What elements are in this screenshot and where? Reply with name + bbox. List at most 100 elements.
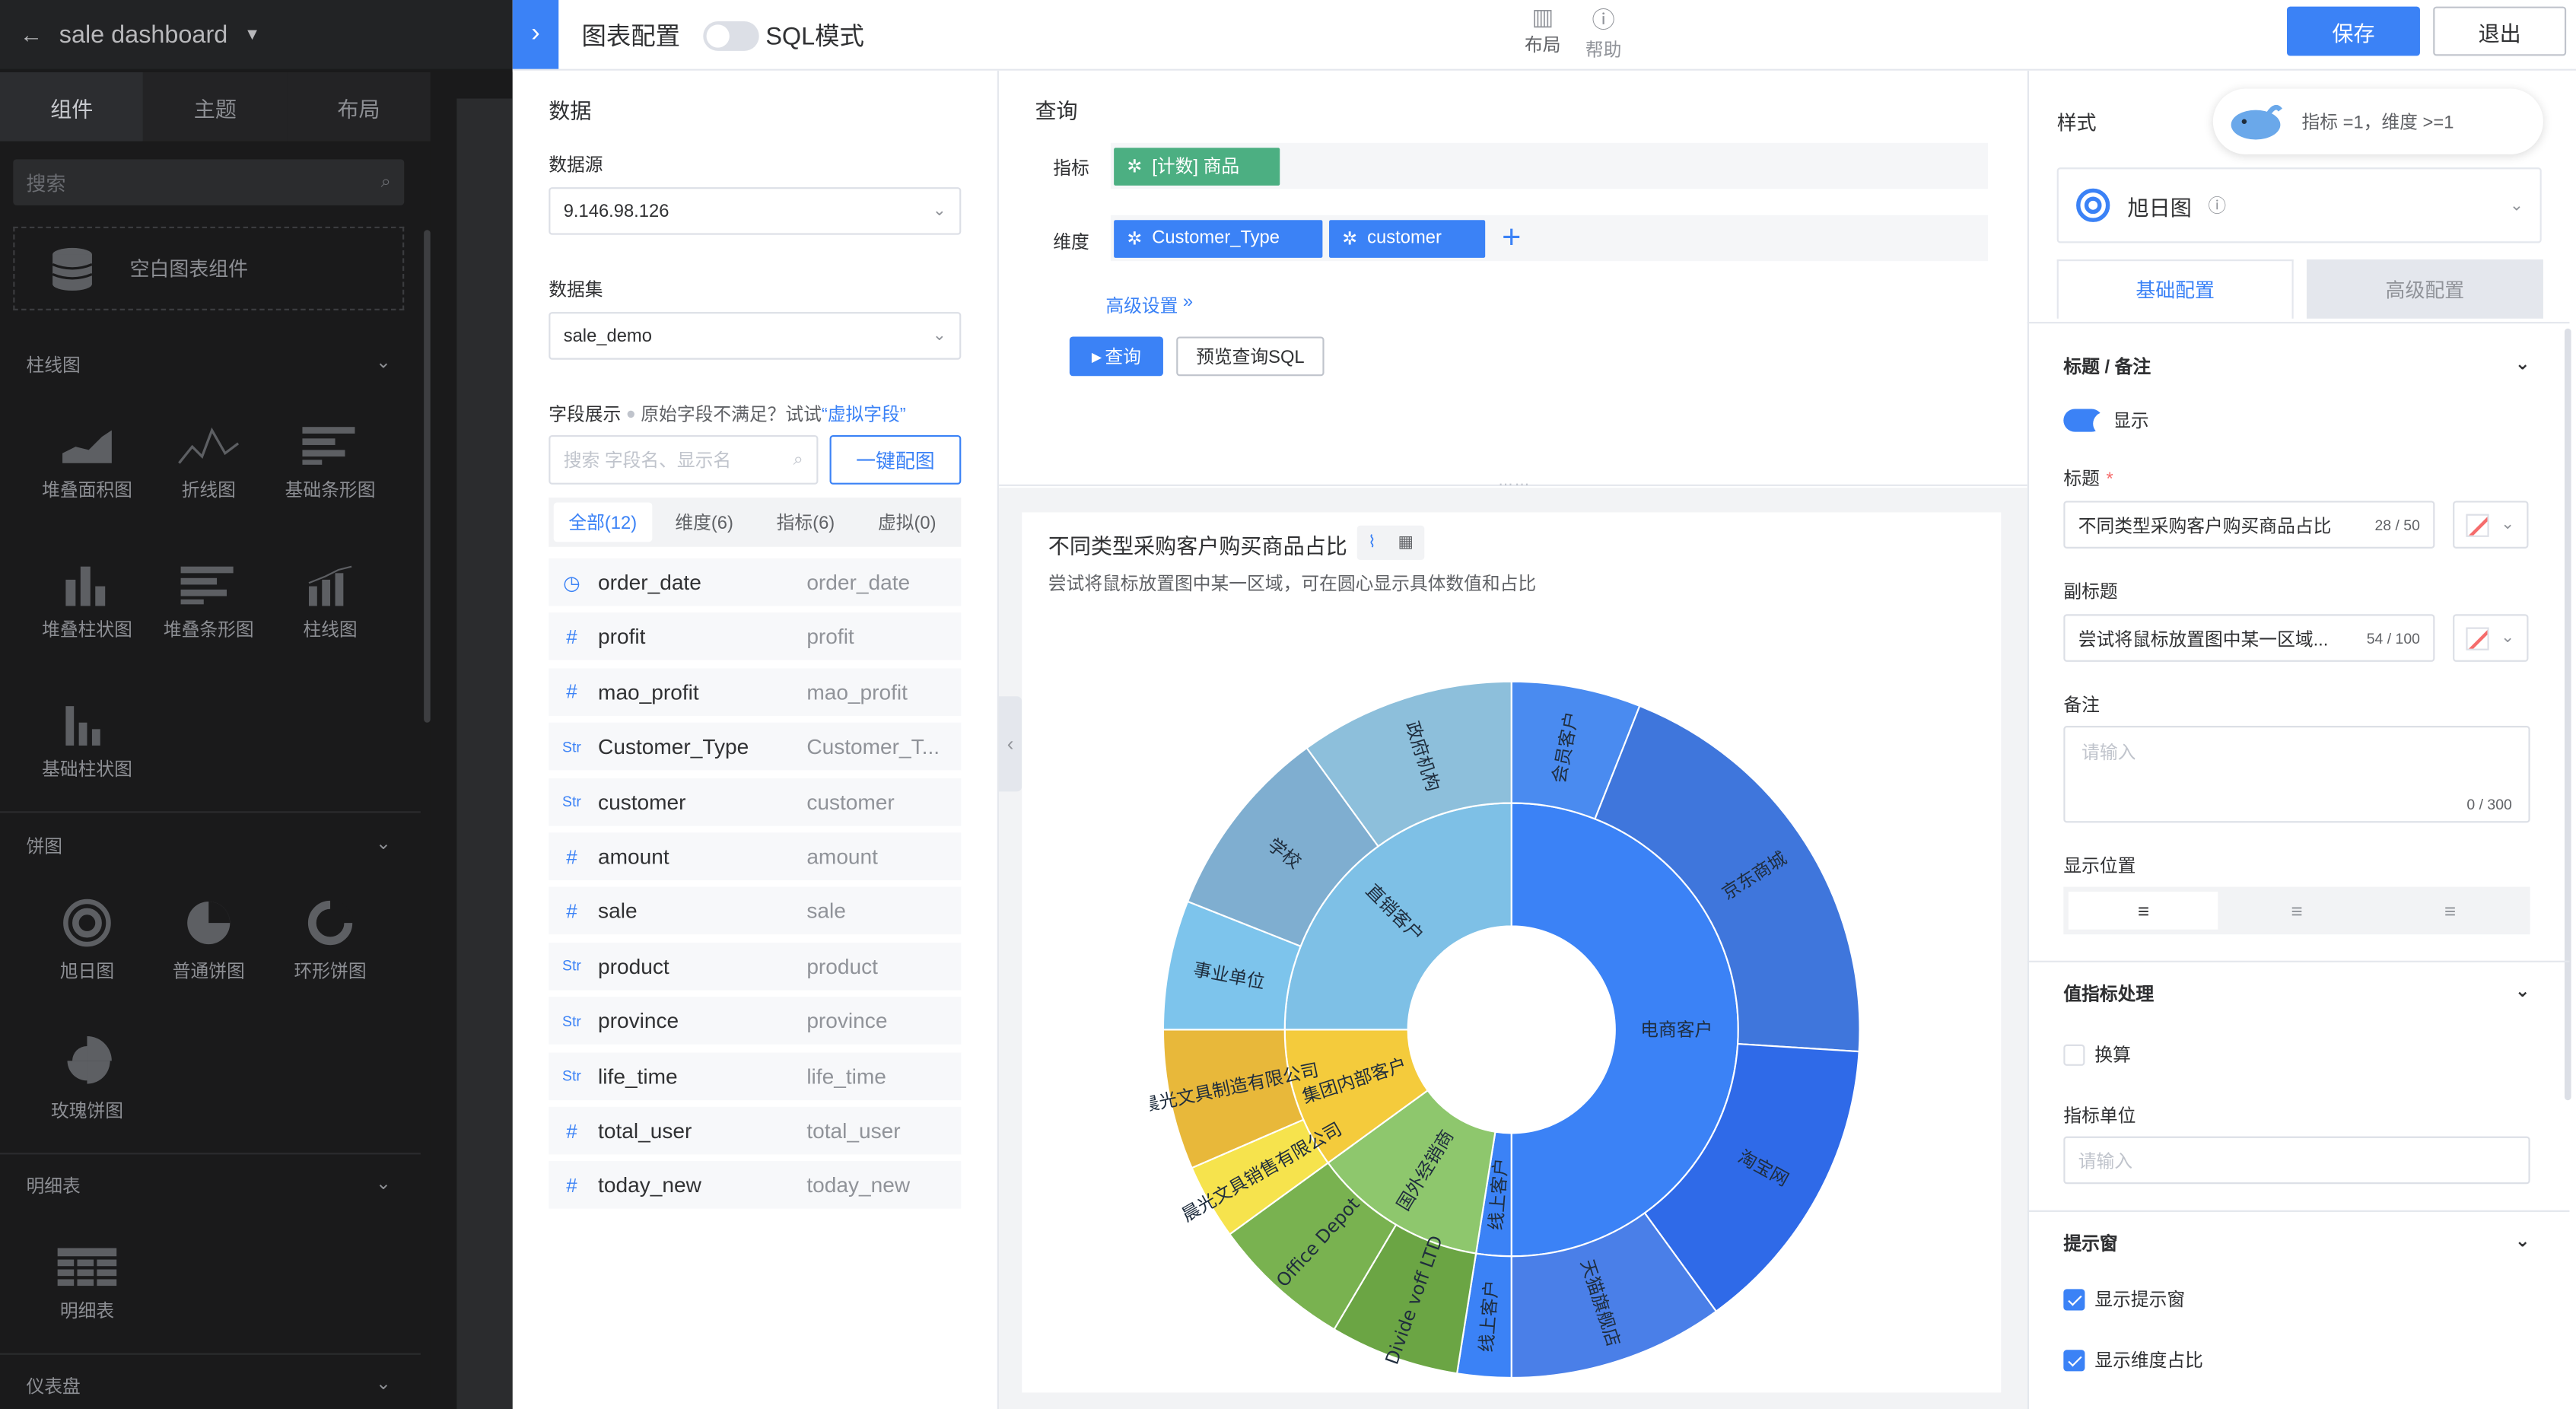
tile-label: 基础条形图 bbox=[285, 481, 376, 501]
field-search-input[interactable]: 搜索 字段名、显示名 ⌕ bbox=[549, 435, 819, 485]
tab-theme[interactable]: 主题 bbox=[143, 72, 288, 142]
layout-button[interactable]: ▥ 布局 bbox=[1522, 3, 1564, 57]
virtual-field-link[interactable]: “虚拟字段” bbox=[822, 401, 906, 428]
field-row[interactable]: # sale sale bbox=[549, 887, 962, 936]
collapse-data-panel-handle[interactable]: ‹ bbox=[998, 696, 1022, 792]
add-dimension-icon[interactable]: + bbox=[1492, 221, 1531, 254]
group-bar-line[interactable]: 柱线图 ⌄ bbox=[27, 351, 391, 378]
field-alias: today_new bbox=[806, 1173, 911, 1198]
style-scrollbar[interactable] bbox=[2564, 328, 2571, 1101]
tile-bar-line[interactable]: 柱线图 bbox=[269, 534, 391, 642]
exit-button[interactable]: 退出 bbox=[2433, 6, 2567, 56]
subtitle-input[interactable]: 尝试将鼠标放置图中某一区域... 54 / 100 bbox=[2063, 614, 2435, 662]
field-row[interactable]: # today_new today_new bbox=[549, 1161, 962, 1210]
advanced-settings[interactable]: 高级设置» bbox=[1105, 292, 1193, 319]
dataset-select[interactable]: sale_demo ⌄ bbox=[549, 312, 962, 360]
show-title-switch[interactable] bbox=[2063, 409, 2116, 436]
field-row[interactable]: # total_user total_user bbox=[549, 1106, 962, 1155]
dimension-pill-customer-type[interactable]: ✲ Customer_Type bbox=[1114, 219, 1323, 257]
show-title-toggle[interactable]: 显示 bbox=[2063, 407, 2149, 436]
metric-dropzone[interactable]: ✲ [计数] 商品 bbox=[1110, 142, 1988, 189]
chart-type-select[interactable]: 旭日图 ⓘ ⌄ bbox=[2056, 167, 2542, 243]
tile-detail-table[interactable]: 明细表 bbox=[27, 1215, 148, 1323]
datasource-select[interactable]: 9.146.98.126 ⌄ bbox=[549, 187, 962, 235]
fields-label: 字段展示 bbox=[549, 406, 622, 426]
sql-mode-toggle[interactable]: SQL模式 bbox=[703, 18, 864, 52]
subtitle-input-value: 尝试将鼠标放置图中某一区域... bbox=[2078, 629, 2329, 650]
field-alias: province bbox=[806, 1008, 888, 1034]
unit-input[interactable]: 请输入 bbox=[2063, 1136, 2530, 1185]
align-left-icon[interactable]: ≡ bbox=[2068, 892, 2219, 930]
section-tooltip[interactable]: 提示窗 ⌄ bbox=[2063, 1230, 2530, 1257]
field-row[interactable]: # profit profit bbox=[549, 612, 962, 661]
tile-stacked-column[interactable]: 堆叠柱状图 bbox=[27, 534, 148, 642]
tile-basic-column[interactable]: 基础柱状图 bbox=[27, 673, 148, 781]
field-row[interactable]: Str life_time life_time bbox=[549, 1051, 962, 1100]
field-row[interactable]: # mao_profit mao_profit bbox=[549, 668, 962, 716]
filter-tab-all[interactable]: 全部(12) bbox=[553, 502, 652, 542]
checkbox[interactable] bbox=[2063, 1043, 2085, 1065]
tab-components[interactable]: 组件 bbox=[0, 72, 144, 142]
section-title-note[interactable]: 标题 / 备注 ⌄ bbox=[2063, 353, 2530, 380]
group-table[interactable]: 明细表 ⌄ bbox=[27, 1172, 391, 1199]
field-row[interactable]: Str customer customer bbox=[549, 778, 962, 825]
dimension-pill-label: customer bbox=[1367, 228, 1442, 248]
collapse-toggle[interactable]: › bbox=[512, 0, 559, 69]
tile-pie[interactable]: 普通饼图 bbox=[148, 875, 269, 983]
checkbox-checked[interactable] bbox=[2063, 1288, 2085, 1310]
title-color-picker[interactable]: ⌄ bbox=[2453, 501, 2529, 549]
tile-donut[interactable]: 环形饼图 bbox=[269, 875, 391, 983]
align-center-icon[interactable]: ≡ bbox=[2221, 892, 2371, 930]
filter-tab-metric[interactable]: 指标(6) bbox=[756, 503, 854, 542]
dashboard-name[interactable]: sale dashboard bbox=[59, 21, 228, 49]
component-search-input[interactable]: 搜索 ⌕ bbox=[13, 159, 405, 205]
left-scrollbar[interactable] bbox=[424, 230, 431, 723]
empty-chart-component[interactable]: 空白图表组件 bbox=[13, 226, 405, 310]
convert-checkbox[interactable]: 换算 bbox=[2063, 1041, 2131, 1067]
section-label: 提示窗 bbox=[2063, 1235, 2118, 1255]
help-button[interactable]: ⓘ 帮助 bbox=[1580, 3, 1626, 62]
tile-sunburst[interactable]: 旭日图 bbox=[27, 875, 148, 983]
sql-mode-switch[interactable] bbox=[703, 20, 759, 50]
field-row[interactable]: Str product product bbox=[549, 942, 962, 991]
field-row[interactable]: # amount amount bbox=[549, 832, 962, 880]
show-tooltip-checkbox[interactable]: 显示提示窗 bbox=[2063, 1286, 2185, 1312]
field-row[interactable]: ◷ order_date order_date bbox=[549, 558, 962, 606]
fields-hint: 原始字段不满足？试试 bbox=[641, 406, 822, 426]
save-button[interactable]: 保存 bbox=[2287, 6, 2420, 56]
tab-advanced-config[interactable]: 高级配置 bbox=[2306, 259, 2543, 319]
metric-pill[interactable]: ✲ [计数] 商品 bbox=[1114, 147, 1280, 185]
note-textarea[interactable]: 请输入 0 / 300 bbox=[2063, 726, 2530, 823]
group-pie[interactable]: 饼图 ⌄ bbox=[27, 832, 391, 859]
back-arrow-icon[interactable]: ← bbox=[20, 21, 43, 48]
filter-tab-dimension[interactable]: 维度(6) bbox=[655, 503, 753, 542]
field-row[interactable]: Str Customer_Type Customer_T... bbox=[549, 723, 962, 771]
one-click-chart-button[interactable]: 一键配图 bbox=[829, 435, 962, 485]
filter-tab-virtual[interactable]: 虚拟(0) bbox=[858, 503, 956, 542]
dimension-dropzone[interactable]: ✲ Customer_Type ✲ customer + bbox=[1110, 215, 1988, 262]
section-value-processing[interactable]: 值指标处理 ⌄ bbox=[2063, 981, 2530, 1007]
align-right-icon[interactable]: ≡ bbox=[2375, 892, 2525, 930]
preview-sql-button[interactable]: 预览查询SQL bbox=[1176, 336, 1325, 377]
tile-stacked-area[interactable]: 堆叠面积图 bbox=[27, 394, 148, 502]
tab-basic-config[interactable]: 基础配置 bbox=[2056, 259, 2294, 319]
tile-basic-hbar[interactable]: 基础条形图 bbox=[269, 394, 391, 502]
checkbox-checked[interactable] bbox=[2063, 1349, 2085, 1371]
dimension-pill-customer[interactable]: ✲ customer bbox=[1329, 219, 1486, 257]
tile-stacked-hbar[interactable]: 堆叠条形图 bbox=[148, 534, 269, 642]
group-gauge[interactable]: 仪表盘 ⌄ bbox=[27, 1373, 391, 1400]
tab-layout[interactable]: 布局 bbox=[287, 72, 431, 142]
table-icon[interactable]: ▦ bbox=[1398, 534, 1413, 552]
field-name: sale bbox=[598, 899, 638, 924]
title-input[interactable]: 不同类型采购客户购买商品占比 28 / 50 bbox=[2063, 501, 2435, 549]
tile-line[interactable]: 折线图 bbox=[148, 394, 269, 502]
title-label: 标题 * bbox=[2063, 465, 2113, 491]
show-dim-ratio-checkbox[interactable]: 显示维度占比 bbox=[2063, 1347, 2203, 1373]
data-panel-title: 数据 bbox=[549, 98, 592, 123]
line-chart-icon[interactable]: ⌇ bbox=[1368, 534, 1376, 552]
query-button[interactable]: ▶ 查询 bbox=[1069, 336, 1163, 377]
tile-rose[interactable]: 玫瑰饼图 bbox=[27, 1015, 148, 1123]
field-row[interactable]: Str province province bbox=[549, 997, 962, 1045]
chevron-down-icon[interactable]: ▼ bbox=[244, 25, 260, 43]
subtitle-color-picker[interactable]: ⌄ bbox=[2453, 614, 2529, 662]
